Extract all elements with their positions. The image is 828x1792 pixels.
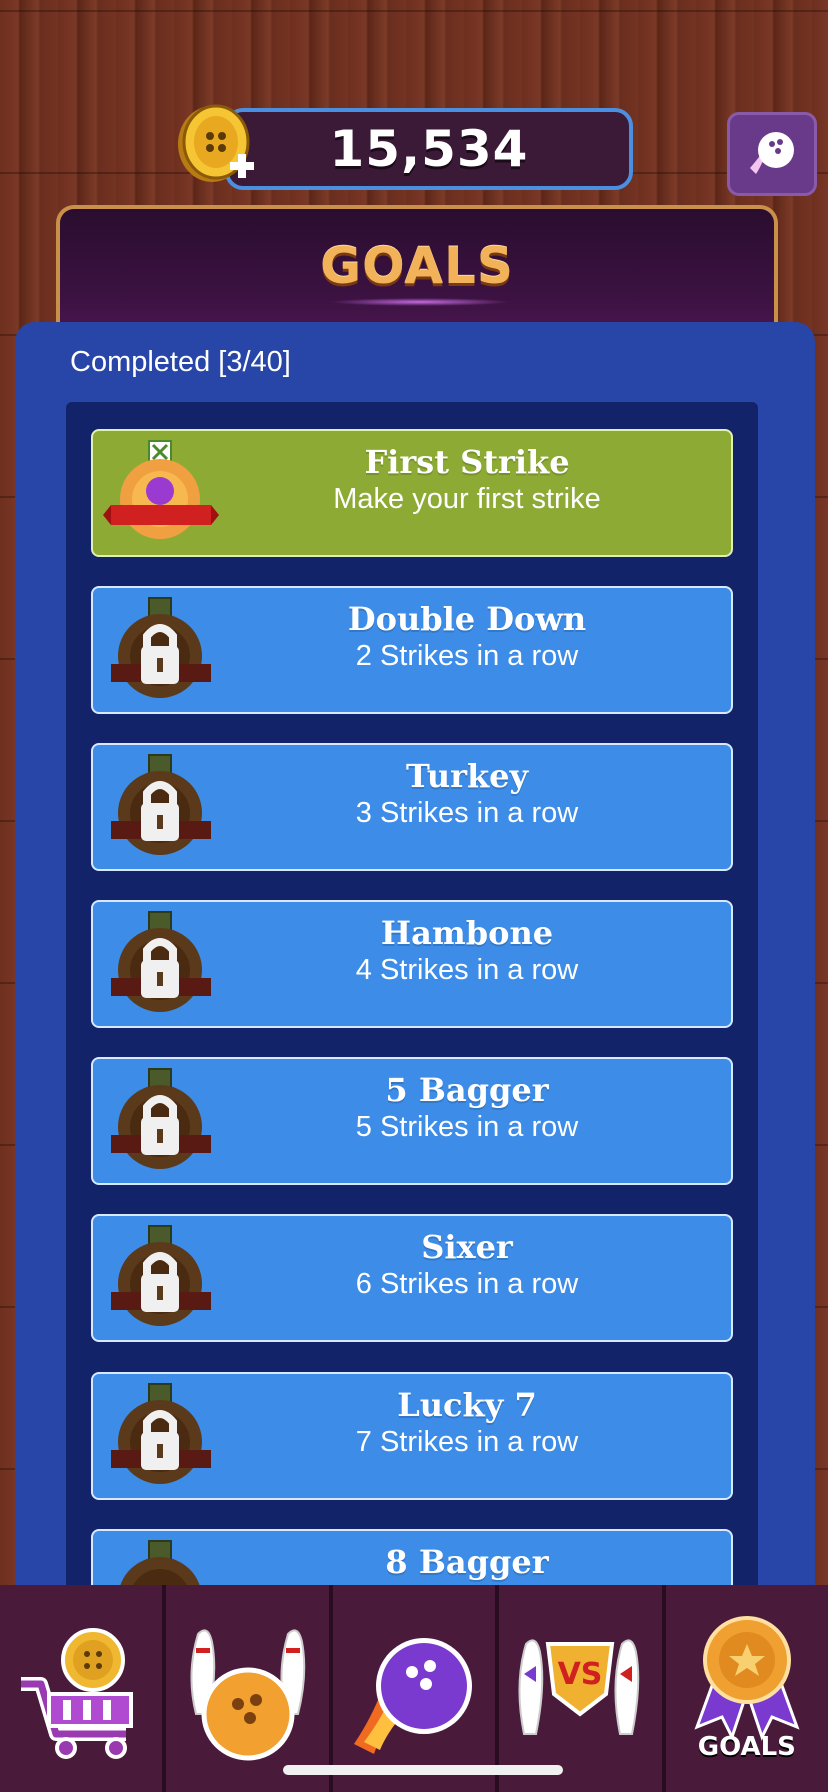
goal-description: Make your first strike <box>333 483 601 515</box>
tab-play[interactable] <box>166 1585 333 1792</box>
goal-title: Turkey <box>405 757 529 795</box>
goal-description: 5 Strikes in a row <box>355 1111 579 1143</box>
goal-card-first-strike[interactable]: First Strike Make your first strike <box>91 429 733 557</box>
goals-medal-icon <box>694 1615 800 1741</box>
goal-description: 7 Strikes in a row <box>355 1426 579 1458</box>
goal-title: Double Down <box>347 600 587 638</box>
goal-description: 2 Strikes in a row <box>355 640 579 672</box>
title-glow <box>330 298 510 306</box>
bowling-ball-fire-icon <box>354 1637 473 1754</box>
tab-goals[interactable]: GOALS <box>666 1585 828 1792</box>
coin-balance-bar[interactable]: 15,534 <box>225 108 633 190</box>
page-title: GOALS <box>320 237 514 295</box>
goal-card-double-down[interactable]: Double Down 2 Strikes in a row <box>91 586 733 714</box>
goal-title: First Strike <box>364 443 570 481</box>
goal-card-hambone[interactable]: Hambone 4 Strikes in a row <box>91 900 733 1028</box>
goal-card-lucky-7[interactable]: Lucky 7 7 Strikes in a row <box>91 1372 733 1500</box>
svg-text:VS: VS <box>558 1657 603 1692</box>
bowling-pins-ball-icon <box>190 1628 305 1760</box>
bowling-ball-icon <box>750 132 794 174</box>
goal-card-sixer[interactable]: Sixer 6 Strikes in a row <box>91 1214 733 1342</box>
completed-count: Completed [3/40] <box>70 346 291 378</box>
tab-shop[interactable] <box>0 1585 167 1792</box>
goal-title: Hambone <box>380 914 554 952</box>
goals-header: GOALS <box>56 205 778 335</box>
goal-description: 6 Strikes in a row <box>355 1268 579 1300</box>
bottom-nav: VS GOALS <box>0 1585 828 1792</box>
tab-versus[interactable]: VS <box>499 1585 666 1792</box>
home-indicator[interactable] <box>283 1765 563 1775</box>
goal-card-5-bagger[interactable]: 5 Bagger 5 Strikes in a row <box>91 1057 733 1185</box>
tab-goals-label: GOALS <box>697 1732 796 1762</box>
coin-plus-icon[interactable] <box>172 100 262 190</box>
goal-description: 3 Strikes in a row <box>355 797 579 829</box>
shop-cart-icon <box>21 1627 134 1759</box>
profile-ball-button[interactable] <box>727 112 817 196</box>
goal-description: 4 Strikes in a row <box>355 954 579 986</box>
tab-quick-play[interactable] <box>333 1585 500 1792</box>
goal-title: Sixer <box>421 1228 513 1266</box>
goal-title: 8 Bagger <box>385 1543 549 1581</box>
goal-card-turkey[interactable]: Turkey 3 Strikes in a row <box>91 743 733 871</box>
goal-title: Lucky 7 <box>397 1386 537 1424</box>
versus-pins-icon: VS <box>518 1638 640 1735</box>
goal-title: 5 Bagger <box>385 1071 549 1109</box>
coin-amount: 15,534 <box>329 120 529 178</box>
